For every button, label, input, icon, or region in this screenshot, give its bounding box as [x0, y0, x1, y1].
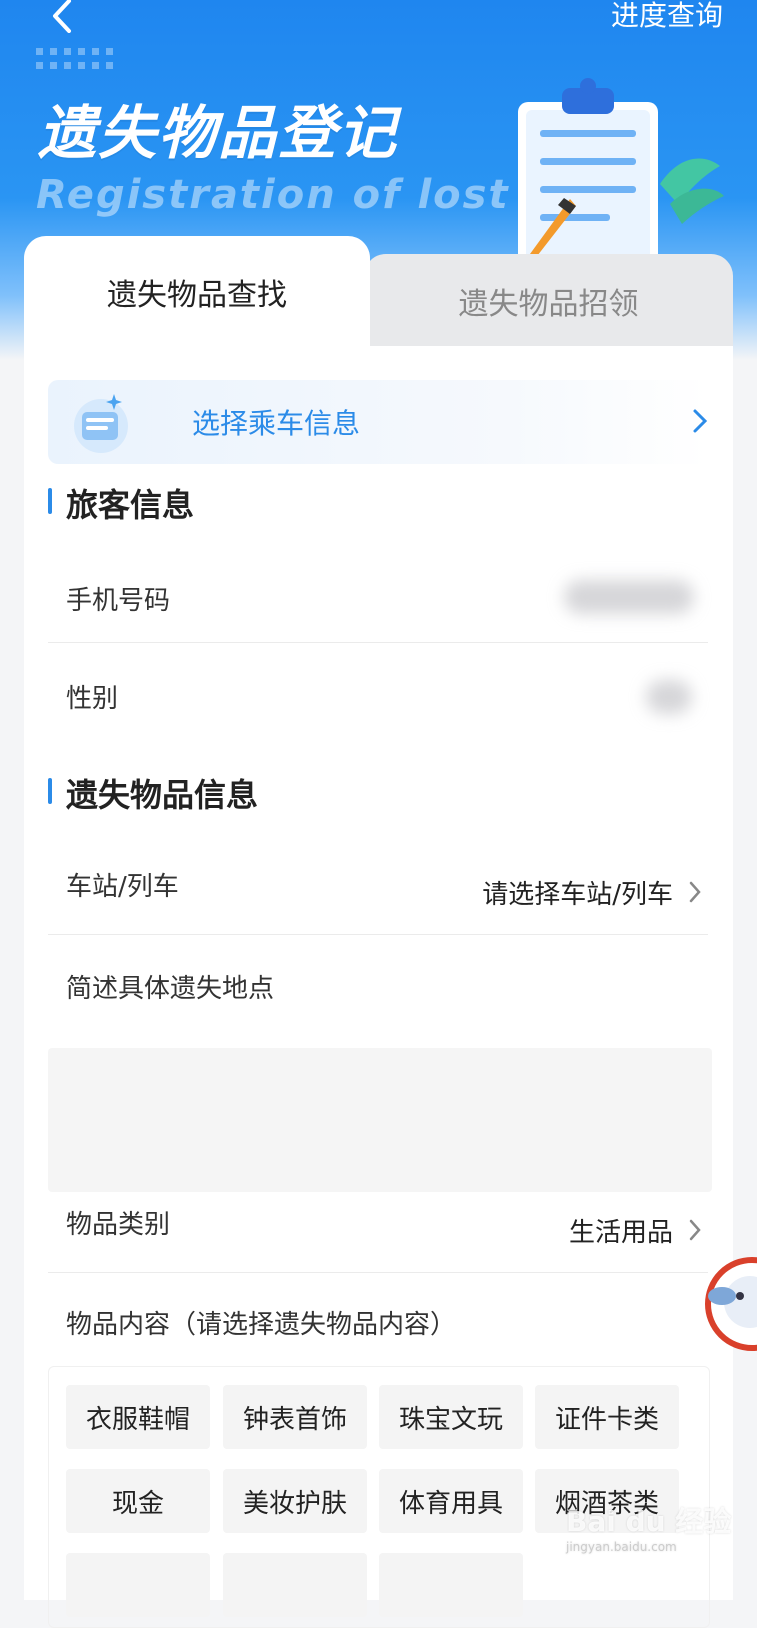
- content-option-chip[interactable]: [223, 1553, 367, 1617]
- divider: [48, 1272, 708, 1273]
- back-button[interactable]: [42, 0, 82, 36]
- content-option-chip[interactable]: [66, 1553, 210, 1617]
- lost-item-info-heading: 遗失物品信息: [48, 770, 258, 816]
- chevron-right-icon: [693, 409, 708, 433]
- location-textarea[interactable]: [48, 1048, 712, 1192]
- content-options-grid: 衣服鞋帽 钟表首饰 珠宝文玩 证件卡类 现金 美妆护肤 体育用具 烟酒茶类: [48, 1366, 710, 1628]
- select-trip-label: 选择乘车信息: [192, 407, 361, 440]
- content-option-chip[interactable]: 体育用具: [379, 1469, 523, 1533]
- station-label: 车站/列车: [66, 872, 179, 902]
- content-option-chip[interactable]: 证件卡类: [535, 1385, 679, 1449]
- category-select[interactable]: 生活用品: [569, 1212, 673, 1249]
- page-subtitle: Registration of lost: [36, 172, 510, 218]
- chevron-right-icon: [689, 1219, 701, 1241]
- content-option-chip[interactable]: 现金: [66, 1469, 210, 1533]
- location-label: 简述具体遗失地点: [66, 974, 275, 1004]
- phone-value-redacted: [564, 580, 694, 614]
- page-title: 遗失物品登记: [38, 99, 399, 167]
- chevron-right-icon: [689, 881, 701, 903]
- content-option-chip[interactable]: 衣服鞋帽: [66, 1385, 210, 1449]
- gender-label: 性别: [66, 684, 119, 714]
- assistant-mascot-icon[interactable]: [700, 1252, 757, 1352]
- station-select[interactable]: 请选择车站/列车: [482, 874, 673, 911]
- gender-value-redacted: [646, 680, 692, 714]
- phone-label: 手机号码: [66, 586, 171, 616]
- divider: [48, 934, 708, 935]
- content-option-chip[interactable]: 美妆护肤: [223, 1469, 367, 1533]
- decorative-dots: [36, 48, 113, 69]
- tab-lost-item-search[interactable]: 遗失物品查找: [24, 236, 370, 348]
- category-label: 物品类别: [66, 1210, 171, 1240]
- content-option-chip[interactable]: [379, 1553, 523, 1617]
- passenger-info-heading: 旅客信息: [48, 480, 194, 526]
- content-option-chip[interactable]: 珠宝文玩: [379, 1385, 523, 1449]
- content-option-chip[interactable]: 钟表首饰: [223, 1385, 367, 1449]
- back-arrow-icon: [53, 0, 71, 33]
- select-trip-button[interactable]: 选择乘车信息: [48, 380, 708, 464]
- content-label: 物品内容（请选择遗失物品内容）: [66, 1310, 457, 1340]
- watermark: Bai du 经验 jingyan.baidu.com: [566, 1505, 732, 1554]
- tab-lost-item-claim[interactable]: 遗失物品招领: [364, 254, 733, 348]
- form-card: 选择乘车信息 旅客信息 手机号码 性别 遗失物品信息 车站/列车 请选择车站/列…: [24, 346, 733, 1628]
- divider: [48, 642, 708, 643]
- tab-bar: 遗失物品招领 遗失物品查找: [24, 236, 733, 348]
- progress-query-link[interactable]: 进度查询: [611, 0, 723, 34]
- ticket-icon: [74, 394, 128, 453]
